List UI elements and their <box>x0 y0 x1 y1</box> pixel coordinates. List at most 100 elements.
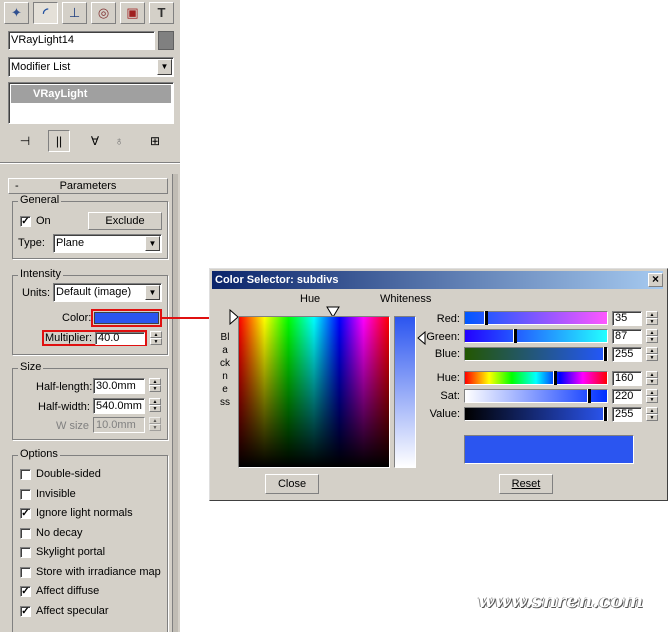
sat-slider[interactable] <box>464 389 608 403</box>
hue-slider-thumb[interactable] <box>553 371 557 385</box>
color-swatch-highlight <box>91 309 162 327</box>
hierarchy-icon: ⊥ <box>68 5 81 20</box>
blue-slider-thumb[interactable] <box>603 347 607 361</box>
spinner-down-icon[interactable]: ▼ <box>646 318 658 325</box>
modifier-list-dropdown[interactable]: Modifier List ▼ <box>8 57 174 77</box>
half-length-spinner[interactable]: ▲ ▼ <box>149 378 161 393</box>
sat-slider-thumb[interactable] <box>587 389 591 403</box>
spinner-down-icon[interactable]: ▼ <box>646 354 658 361</box>
units-dropdown[interactable]: Default (image) ▼ <box>53 283 162 302</box>
spinner-up-icon[interactable]: ▲ <box>646 347 658 354</box>
spinner-up-icon[interactable]: ▲ <box>646 329 658 336</box>
spinner-down-icon[interactable]: ▼ <box>646 414 658 421</box>
red-spinner[interactable]: ▲ ▼ <box>646 311 658 326</box>
parameters-rollout-header[interactable]: - Parameters <box>8 178 168 194</box>
utilities-tab[interactable]: T <box>149 2 174 24</box>
spinner-up-icon[interactable]: ▲ <box>646 371 658 378</box>
options-group-label: Options <box>18 448 60 460</box>
spinner-down-icon[interactable]: ▼ <box>149 385 161 392</box>
store-irradiance-checkbox[interactable] <box>20 567 31 578</box>
close-icon[interactable]: × <box>648 273 663 287</box>
hierarchy-tab[interactable]: ⊥ <box>62 2 87 24</box>
green-spinner[interactable]: ▲ ▼ <box>646 329 658 344</box>
green-slider-thumb[interactable] <box>513 329 517 343</box>
multiplier-input[interactable]: 40.0 <box>95 332 145 345</box>
display-tab[interactable]: ▣ <box>120 2 145 24</box>
show-end-result-icon[interactable]: || <box>48 130 70 152</box>
affect-diffuse-checkbox[interactable]: ✓ <box>20 586 31 597</box>
invisible-checkbox[interactable] <box>20 489 31 500</box>
create-tab[interactable]: ✦ <box>4 2 29 24</box>
on-checkbox[interactable]: ✓ <box>20 216 31 227</box>
remove-modifier-icon[interactable]: ♁ <box>110 132 128 150</box>
color-preview-swatch <box>464 435 634 464</box>
half-length-input[interactable]: 30.0mm <box>93 378 145 394</box>
whiteness-marker-icon[interactable] <box>417 331 426 345</box>
make-unique-icon[interactable]: ∀ <box>86 132 104 150</box>
spinner-up-icon[interactable]: ▲ <box>149 378 161 385</box>
dialog-titlebar[interactable]: Color Selector: subdivs <box>212 271 663 289</box>
multiplier-spinner[interactable]: ▲ ▼ <box>150 331 162 346</box>
modify-tab[interactable]: ◜ <box>33 2 58 24</box>
close-button[interactable]: Close <box>265 474 319 494</box>
hue-blackness-picker[interactable] <box>238 316 390 468</box>
light-color-swatch[interactable] <box>94 312 159 324</box>
motion-tab[interactable]: ◎ <box>91 2 116 24</box>
pin-stack-icon[interactable]: ⊣ <box>14 132 36 150</box>
spinner-down-icon[interactable]: ▼ <box>150 338 162 345</box>
sat-input[interactable]: 220 <box>612 389 642 404</box>
red-slider[interactable] <box>464 311 608 325</box>
no-decay-checkbox[interactable] <box>20 528 31 539</box>
spinner-up-icon[interactable]: ▲ <box>150 331 162 338</box>
green-input[interactable]: 87 <box>612 329 642 344</box>
green-slider[interactable] <box>464 329 608 343</box>
sat-spinner[interactable]: ▲ ▼ <box>646 389 658 404</box>
check-mark-icon: ✓ <box>21 606 30 617</box>
spinner-down-icon[interactable]: ▼ <box>646 396 658 403</box>
hue-slider[interactable] <box>464 371 608 385</box>
check-mark-icon: ✓ <box>21 586 30 597</box>
ignore-light-normals-checkbox[interactable]: ✓ <box>20 508 31 519</box>
spinner-down-icon[interactable]: ▼ <box>149 405 161 412</box>
half-width-spinner[interactable]: ▲ ▼ <box>149 398 161 413</box>
panel-scrollbar[interactable] <box>172 174 178 632</box>
red-input[interactable]: 35 <box>612 311 642 326</box>
chevron-down-icon[interactable]: ▼ <box>157 59 172 75</box>
spinner-up-icon[interactable]: ▲ <box>646 407 658 414</box>
spinner-down-icon[interactable]: ▼ <box>646 378 658 385</box>
check-mark-icon: ✓ <box>21 216 30 227</box>
exclude-button[interactable]: Exclude <box>88 212 162 230</box>
blue-input[interactable]: 255 <box>612 347 642 362</box>
double-sided-checkbox[interactable] <box>20 469 31 480</box>
type-dropdown[interactable]: Plane ▼ <box>53 234 162 253</box>
red-label: Red: <box>436 313 460 325</box>
red-slider-thumb[interactable] <box>484 311 488 325</box>
configure-modifier-sets-icon[interactable]: ⊞ <box>146 132 164 150</box>
value-slider[interactable] <box>464 407 608 421</box>
half-width-input[interactable]: 540.0mm <box>93 398 145 414</box>
chevron-down-icon[interactable]: ▼ <box>145 236 160 251</box>
spinner-down-icon[interactable]: ▼ <box>646 336 658 343</box>
object-color-swatch[interactable] <box>158 31 174 50</box>
whiteness-bar[interactable] <box>394 316 416 468</box>
reset-button[interactable]: Reset <box>499 474 553 494</box>
command-panel-tabs: ✦ ◜ ⊥ ◎ ▣ T <box>4 2 176 26</box>
blackness-marker-shape <box>229 309 239 325</box>
hue-input[interactable]: 160 <box>612 371 642 386</box>
skylight-portal-checkbox[interactable] <box>20 547 31 558</box>
hue-spinner[interactable]: ▲ ▼ <box>646 371 658 386</box>
chevron-down-icon[interactable]: ▼ <box>145 285 160 300</box>
object-name-field[interactable]: VRayLight14 <box>8 31 155 50</box>
blue-slider[interactable] <box>464 347 608 361</box>
blue-spinner[interactable]: ▲ ▼ <box>646 347 658 362</box>
value-slider-thumb[interactable] <box>603 407 607 421</box>
stack-item-vraylight[interactable]: VRayLight <box>11 85 171 103</box>
value-label: Value: <box>429 408 460 420</box>
affect-specular-checkbox[interactable]: ✓ <box>20 606 31 617</box>
value-input[interactable]: 255 <box>612 407 642 422</box>
command-panel: ✦ ◜ ⊥ ◎ ▣ T VRayLight14 Modifier List ▼ … <box>0 0 180 632</box>
spinner-up-icon[interactable]: ▲ <box>646 389 658 396</box>
spinner-up-icon[interactable]: ▲ <box>646 311 658 318</box>
spinner-up-icon[interactable]: ▲ <box>149 398 161 405</box>
value-spinner[interactable]: ▲ ▼ <box>646 407 658 422</box>
